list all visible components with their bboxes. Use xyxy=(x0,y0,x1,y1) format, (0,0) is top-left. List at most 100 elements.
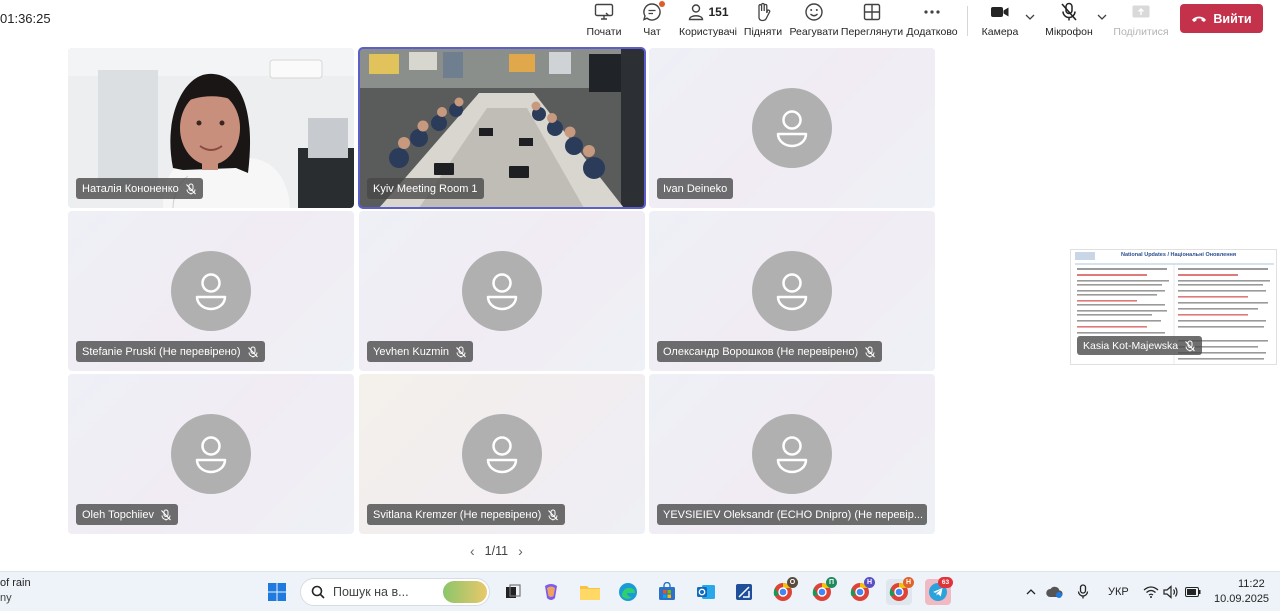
people-label: Користувачі xyxy=(679,26,737,38)
chrome-profile-n-icon[interactable]: Н xyxy=(847,577,875,605)
people-icon-group: 151 xyxy=(687,1,729,23)
mic-off-icon xyxy=(161,509,171,520)
participant-tile[interactable]: Yevhen Kuzmin xyxy=(359,211,645,371)
show-hidden-icons-chevron-icon[interactable] xyxy=(1018,579,1044,605)
microsoft-store-icon[interactable] xyxy=(654,579,680,605)
search-placeholder: Пошук на в... xyxy=(333,585,409,599)
participant-name: Stefanie Pruski (Не перевірено) xyxy=(82,345,241,358)
avatar xyxy=(752,88,832,168)
camera-chevron-down-icon[interactable] xyxy=(1025,12,1035,23)
leave-button[interactable]: Вийти xyxy=(1180,4,1263,33)
weather-subtext[interactable]: ny xyxy=(0,592,12,604)
participant-tile[interactable]: Наталія Кононенко xyxy=(68,48,354,208)
snipping-tool-icon[interactable] xyxy=(731,579,757,605)
mic-off-icon xyxy=(548,509,559,520)
copilot-icon[interactable] xyxy=(538,579,564,605)
more-label: Додатково xyxy=(906,26,958,38)
share-button[interactable]: Поділитися xyxy=(1113,0,1169,44)
camera-icon xyxy=(990,1,1010,23)
page-indicator: 1/11 xyxy=(484,544,509,558)
person-icon xyxy=(486,273,518,311)
participant-name-tag: Stefanie Pruski (Не перевірено) xyxy=(76,341,265,362)
toolbar-divider xyxy=(967,6,968,36)
view-button[interactable]: Переглянути xyxy=(840,0,904,44)
presenter-name-tag: Kasia Kot-Majewska xyxy=(1077,336,1203,355)
more-dots-icon xyxy=(923,1,941,23)
people-button[interactable]: 151 Користувачі xyxy=(679,0,737,44)
search-highlight-image xyxy=(443,581,487,603)
participant-name-tag: Oleh Topchiiev xyxy=(76,504,178,525)
clock-date[interactable]: 10.09.2025 xyxy=(1214,593,1269,605)
mic-off-icon xyxy=(1185,340,1196,351)
smiley-icon xyxy=(804,1,824,23)
react-button[interactable]: Реагувати xyxy=(789,0,839,44)
edge-browser-icon[interactable] xyxy=(615,579,641,605)
file-explorer-icon[interactable] xyxy=(577,579,603,605)
search-icon xyxy=(311,585,325,599)
meeting-toolbar: 01:36:25 Почати Чат 151 Користувачі Підн… xyxy=(0,0,1280,44)
react-label: Реагувати xyxy=(789,26,839,38)
chrome-profile-o-icon[interactable]: О xyxy=(770,577,798,605)
clock-time[interactable]: 11:22 xyxy=(1238,578,1265,590)
previous-page-chevron-icon[interactable]: ‹ xyxy=(470,543,475,559)
chrome-profile-p-icon[interactable]: П xyxy=(809,577,837,605)
participant-name: Олександр Ворошков (Не перевірено) xyxy=(663,345,859,358)
people-count: 151 xyxy=(708,5,729,19)
view-label: Переглянути xyxy=(840,26,904,38)
participant-tile[interactable]: Ivan Deineko xyxy=(649,48,935,208)
participant-tile[interactable]: Stefanie Pruski (Не перевірено) xyxy=(68,211,354,371)
grid-view-icon xyxy=(863,1,881,23)
person-icon xyxy=(486,436,518,474)
task-view-icon[interactable] xyxy=(500,579,526,605)
tray-microphone-icon[interactable] xyxy=(1070,579,1096,605)
start-button[interactable]: Почати xyxy=(586,0,622,44)
participant-name: Наталія Кононенко xyxy=(82,182,179,195)
participant-tile[interactable]: YEVSIEIEV Oleksandr (ECHO Dnipro) (Не пе… xyxy=(649,374,935,534)
profile-badge: Н xyxy=(903,577,914,588)
screen-present-icon xyxy=(594,1,614,23)
meeting-timer: 01:36:25 xyxy=(0,11,51,26)
raise-hand-button[interactable]: Підняти xyxy=(743,0,783,44)
shared-screen-thumbnail[interactable]: National Updates / Національні Оновлення… xyxy=(1070,249,1277,365)
phone-hangup-icon xyxy=(1191,12,1207,26)
camera-button[interactable]: Камера xyxy=(982,0,1018,44)
participant-tile[interactable]: Oleh Topchiiev xyxy=(68,374,354,534)
more-button[interactable]: Додатково xyxy=(906,0,958,44)
participant-name: Ivan Deineko xyxy=(663,182,728,195)
avatar xyxy=(752,251,832,331)
mic-chevron-down-icon[interactable] xyxy=(1097,12,1107,23)
outlook-icon[interactable] xyxy=(693,579,719,605)
participant-name-tag: Svitlana Kremzer (Не перевірено) xyxy=(367,504,566,525)
microphone-label: Мікрофон xyxy=(1045,26,1093,38)
raise-hand-icon xyxy=(754,1,772,23)
input-language[interactable]: УКР xyxy=(1108,586,1129,598)
avatar xyxy=(171,251,251,331)
person-icon xyxy=(776,110,808,148)
mic-off-icon xyxy=(456,346,466,357)
telegram-icon[interactable]: 63 xyxy=(925,577,953,605)
participant-tile[interactable]: Kyiv Meeting Room 1 xyxy=(358,47,646,209)
participant-tile[interactable]: Олександр Ворошков (Не перевірено) xyxy=(649,211,935,371)
chrome-profile-h-icon[interactable]: Н xyxy=(886,577,914,605)
participant-tile[interactable]: Svitlana Kremzer (Не перевірено) xyxy=(359,374,645,534)
microphone-button[interactable]: Мікрофон xyxy=(1044,0,1094,44)
mic-off-icon xyxy=(1060,1,1078,23)
weather-text[interactable]: of rain xyxy=(0,577,31,589)
onedrive-icon[interactable] xyxy=(1042,579,1068,605)
people-icon xyxy=(689,4,704,21)
chat-button[interactable]: Чат xyxy=(640,0,665,44)
share-screen-icon xyxy=(1131,1,1151,23)
participant-name-tag: Наталія Кононенко xyxy=(76,178,203,199)
profile-badge: Н xyxy=(864,577,875,588)
participant-name-tag: Ivan Deineko xyxy=(657,178,734,199)
battery-icon[interactable] xyxy=(1180,579,1206,605)
taskbar-search[interactable]: Пошук на в... xyxy=(300,578,490,606)
share-label: Поділитися xyxy=(1113,26,1169,38)
participant-name-tag: Yevhen Kuzmin xyxy=(367,341,474,362)
participant-name-tag: Kyiv Meeting Room 1 xyxy=(367,178,484,199)
next-page-chevron-icon[interactable]: › xyxy=(518,543,523,559)
windows-start-icon[interactable] xyxy=(264,579,290,605)
gallery-pager: ‹ 1/11 › xyxy=(470,543,523,559)
raise-hand-label: Підняти xyxy=(743,26,783,38)
person-icon xyxy=(195,273,227,311)
